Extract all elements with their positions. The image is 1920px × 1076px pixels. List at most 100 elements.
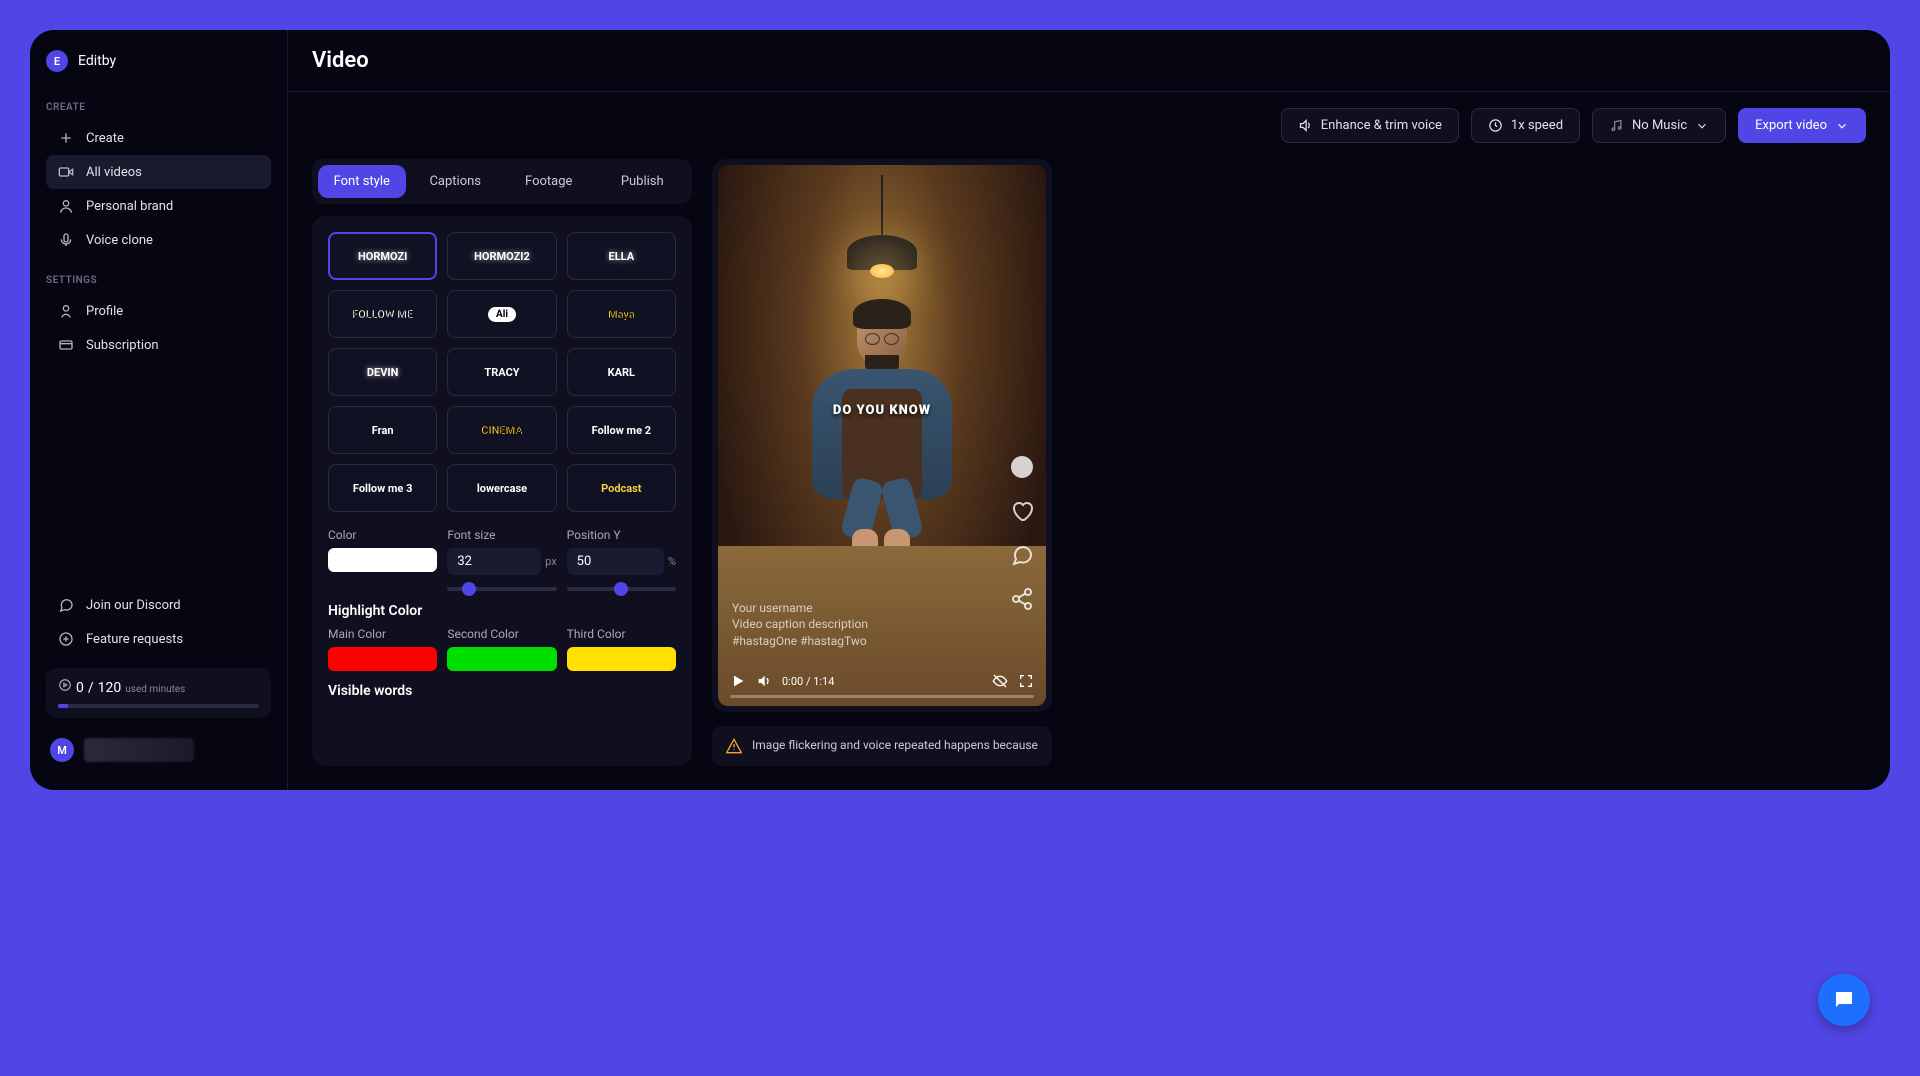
highlight-heading: Highlight Color [328, 603, 676, 619]
logo-text: Editby [78, 53, 116, 69]
card-icon [58, 337, 74, 353]
plus-icon [58, 130, 74, 146]
lamp-graphic [842, 175, 922, 285]
unit-percent: % [668, 555, 676, 568]
mic-icon [58, 232, 74, 248]
second-color-swatch[interactable] [447, 647, 556, 671]
preset-tracy[interactable]: TRACY [447, 348, 556, 396]
user-row[interactable]: M [46, 730, 271, 770]
position-y-slider[interactable] [567, 587, 676, 591]
play-circle-icon [58, 678, 72, 692]
main-color-control: Main Color [328, 627, 437, 671]
usage-suffix: used minutes [125, 684, 185, 695]
section-label-create: CREATE [46, 102, 271, 113]
btn-label: Export video [1755, 118, 1827, 133]
preset-follow-me-3[interactable]: Follow me 3 [328, 464, 437, 512]
nav-label: All videos [86, 165, 142, 180]
second-color-label: Second Color [447, 627, 556, 641]
progress-bar[interactable] [730, 695, 1034, 698]
user-name-redacted [84, 738, 194, 762]
sidebar-item-personal-brand[interactable]: Personal brand [46, 189, 271, 223]
position-y-input[interactable] [567, 548, 664, 575]
figure-graphic [792, 305, 972, 499]
sidebar-item-subscription[interactable]: Subscription [46, 328, 271, 362]
fullscreen-icon[interactable] [1018, 673, 1034, 689]
sidebar-item-create[interactable]: Create [46, 121, 271, 155]
eye-off-icon[interactable] [992, 673, 1008, 689]
caption-overlay: DO YOU KNOW [833, 403, 931, 418]
sidebar-item-discord[interactable]: Join our Discord [46, 588, 271, 622]
profile-circle-icon[interactable] [1010, 455, 1034, 479]
chevron-down-icon [1695, 119, 1709, 133]
main: Video Enhance & trim voice 1x speed No M… [288, 30, 1890, 790]
toolbar: Enhance & trim voice 1x speed No Music E… [288, 92, 1890, 143]
color-label: Color [328, 528, 437, 542]
preset-fran[interactable]: Fran [328, 406, 437, 454]
preset-grid: HORMOZIHORMOZI2ELLA FOLLOW MEAliMaya DEVIN… [328, 232, 676, 512]
tab-publish[interactable]: Publish [599, 165, 687, 198]
enhance-trim-button[interactable]: Enhance & trim voice [1281, 108, 1459, 143]
preset-hormozi[interactable]: HORMOZI [328, 232, 437, 280]
video-icon [58, 164, 74, 180]
btn-label: Enhance & trim voice [1321, 118, 1442, 133]
volume-icon [1298, 118, 1313, 133]
font-size-input[interactable] [447, 548, 541, 575]
preset-maya[interactable]: Maya [567, 290, 676, 338]
preset-devin[interactable]: DEVIN [328, 348, 437, 396]
sidebar-item-feature-requests[interactable]: Feature requests [46, 622, 271, 656]
play-icon[interactable] [730, 673, 746, 689]
preset-cinema[interactable]: CINEMA [447, 406, 556, 454]
usage-sep: / [88, 680, 94, 696]
preset-hormozi2[interactable]: HORMOZI2 [447, 232, 556, 280]
third-color-swatch[interactable] [567, 647, 676, 671]
speed-button[interactable]: 1x speed [1471, 108, 1580, 143]
preset-lowercase[interactable]: lowercase [447, 464, 556, 512]
color-control: Color [328, 528, 437, 591]
logo-badge: E [46, 50, 68, 72]
plus-circle-icon [58, 631, 74, 647]
nav-label: Profile [86, 304, 123, 319]
username-text: Your username [732, 600, 868, 617]
heart-icon[interactable] [1010, 499, 1034, 523]
social-icons [1010, 455, 1034, 611]
chat-icon [58, 597, 74, 613]
chat-bubble-icon [1832, 988, 1856, 1012]
chat-fab[interactable] [1818, 974, 1870, 1026]
volume-icon[interactable] [756, 673, 772, 689]
overlay-meta: Your username Video caption description … [732, 600, 868, 650]
position-y-control: Position Y % [567, 528, 676, 591]
second-color-control: Second Color [447, 627, 556, 671]
preset-ali[interactable]: Ali [447, 290, 556, 338]
preset-follow-me-2[interactable]: Follow me 2 [567, 406, 676, 454]
tab-font-style[interactable]: Font style [318, 165, 406, 198]
time-display: 0:00 / 1:14 [782, 675, 834, 688]
warning-text: Image flickering and voice repeated happ… [752, 738, 1038, 752]
music-icon [1609, 118, 1624, 133]
tab-captions[interactable]: Captions [412, 165, 500, 198]
color-swatch[interactable] [328, 548, 437, 572]
sidebar: E Editby CREATE Create All videos Person… [30, 30, 288, 790]
third-color-label: Third Color [567, 627, 676, 641]
comment-icon[interactable] [1010, 543, 1034, 567]
preset-follow-me[interactable]: FOLLOW ME [328, 290, 437, 338]
main-color-swatch[interactable] [328, 647, 437, 671]
left-panel: Font style Captions Footage Publish HORM… [312, 159, 692, 766]
music-button[interactable]: No Music [1592, 108, 1726, 143]
sidebar-item-voice-clone[interactable]: Voice clone [46, 223, 271, 257]
preview-panel: DO YOU KNOW Your username Video caption … [712, 159, 1052, 766]
preset-karl[interactable]: KARL [567, 348, 676, 396]
share-icon[interactable] [1010, 587, 1034, 611]
logo[interactable]: E Editby [46, 50, 271, 72]
sidebar-item-profile[interactable]: Profile [46, 294, 271, 328]
font-size-slider[interactable] [447, 587, 556, 591]
video-controls: 0:00 / 1:14 [718, 663, 1046, 706]
style-panel: HORMOZIHORMOZI2ELLA FOLLOW MEAliMaya DEVIN… [312, 216, 692, 766]
tab-footage[interactable]: Footage [505, 165, 593, 198]
nav-label: Voice clone [86, 233, 153, 248]
preset-ella[interactable]: ELLA [567, 232, 676, 280]
speed-icon [1488, 118, 1503, 133]
export-button[interactable]: Export video [1738, 108, 1866, 143]
btn-label: No Music [1632, 118, 1687, 133]
preset-podcast[interactable]: Podcast [567, 464, 676, 512]
sidebar-item-all-videos[interactable]: All videos [46, 155, 271, 189]
